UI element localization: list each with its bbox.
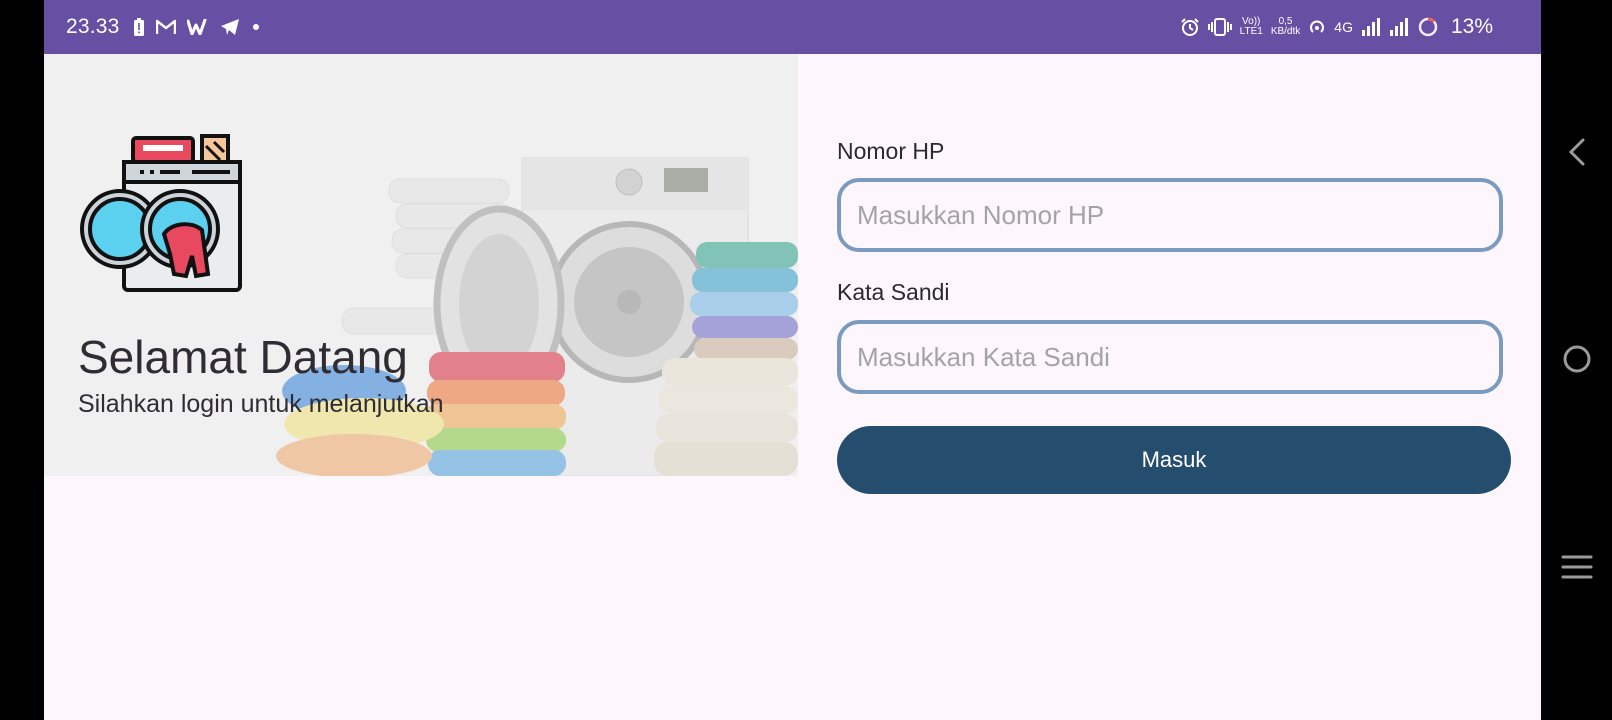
hotspot-icon (1308, 18, 1326, 36)
battery-percent: 13% (1450, 15, 1493, 38)
app-window: 23.33 Vo)) LTE1 0,5 KB/dtk 4G 13% Selama… (44, 0, 1541, 720)
welcome-subtitle: Silahkan login untuk melanjutkan (78, 390, 444, 418)
network-type: 4G (1334, 19, 1353, 35)
alarm-icon (1180, 17, 1200, 37)
w-app-icon (186, 19, 209, 35)
home-icon[interactable] (1555, 337, 1599, 381)
login-button[interactable]: Masuk (837, 426, 1511, 494)
status-time: 23.33 (66, 15, 120, 38)
phone-input[interactable] (855, 198, 1499, 232)
password-label: Kata Sandi (837, 279, 950, 305)
telegram-icon (220, 18, 240, 36)
password-field[interactable] (837, 320, 1503, 394)
welcome-banner: Selamat Datang Silahkan login untuk mela… (44, 54, 798, 476)
navigation-bar (1541, 0, 1612, 720)
back-icon[interactable] (1555, 130, 1599, 174)
more-dot-icon (251, 22, 261, 32)
vibrate-icon (1207, 18, 1232, 36)
status-bar: 23.33 Vo)) LTE1 0,5 KB/dtk 4G 13% (44, 0, 1541, 54)
data-speed-indicator: 0,5 KB/dtk (1271, 17, 1300, 37)
status-bar-left: 23.33 (66, 15, 261, 39)
washing-machine-icon (80, 134, 242, 292)
data-speed-unit: KB/dtk (1270, 26, 1301, 37)
signal-icon (1389, 18, 1409, 36)
status-bar-right: Vo)) LTE1 0,5 KB/dtk 4G 13% (1180, 0, 1493, 54)
phone-label: Nomor HP (837, 138, 945, 164)
lte-label: LTE1 (1239, 26, 1263, 37)
gmail-icon (155, 19, 176, 35)
signal-icon (1361, 18, 1381, 36)
menu-icon[interactable] (1555, 545, 1599, 589)
phone-field[interactable] (837, 178, 1503, 252)
battery-alert-icon (133, 18, 145, 36)
battery-ring-icon (1417, 16, 1439, 38)
password-input[interactable] (855, 340, 1499, 374)
volte-icon: Vo)) LTE1 (1240, 17, 1263, 37)
welcome-title: Selamat Datang (78, 331, 408, 383)
